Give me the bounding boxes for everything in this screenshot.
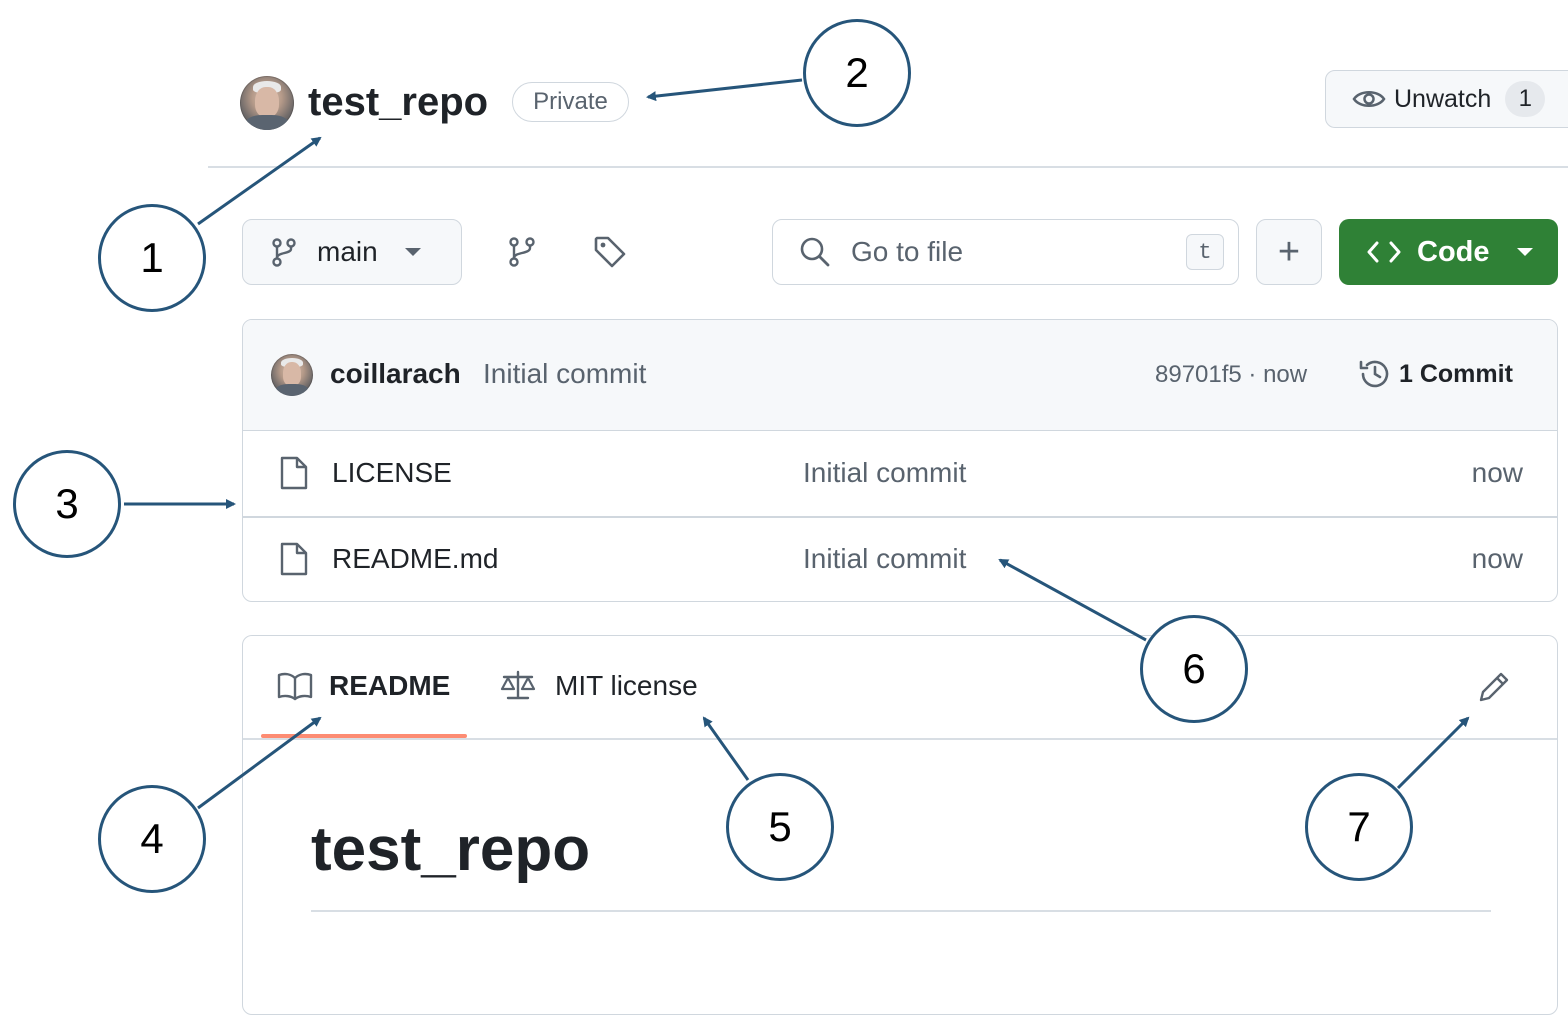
callout-3: 3: [13, 450, 121, 558]
plus-icon: +: [1277, 231, 1301, 273]
callout-1: 1: [98, 204, 206, 312]
book-icon: [277, 672, 313, 701]
commit-author-avatar[interactable]: [271, 354, 313, 396]
callout-2: 2: [803, 19, 911, 127]
watchers-count: 1: [1505, 81, 1546, 117]
caret-down-icon: [1516, 248, 1533, 256]
callout-6: 6: [1140, 615, 1248, 723]
unwatch-button[interactable]: Unwatch 1: [1325, 70, 1568, 128]
go-to-file-input[interactable]: Go to file t: [772, 219, 1239, 285]
commit-hash-time[interactable]: 89701f5 · now: [1155, 361, 1307, 389]
latest-commit-bar: coillarach Initial commit 89701f5 · now …: [243, 320, 1557, 431]
arrow-2: [646, 78, 803, 102]
commit-count: 1 Commit: [1399, 359, 1513, 388]
tag-icon[interactable]: [593, 235, 627, 269]
search-placeholder: Go to file: [851, 236, 964, 267]
readme-heading-divider: [311, 910, 1491, 912]
file-row[interactable]: README.md Initial commit now: [243, 517, 1557, 601]
file-commit-message[interactable]: Initial commit: [803, 543, 966, 575]
tab-readme-label: README: [329, 670, 451, 701]
branch-selector-button[interactable]: main: [242, 219, 462, 285]
tab-mit-license[interactable]: MIT license: [499, 670, 698, 702]
law-icon: [500, 670, 536, 700]
pencil-icon[interactable]: [1477, 670, 1511, 704]
file-row[interactable]: LICENSE Initial commit now: [243, 431, 1557, 516]
add-file-button[interactable]: +: [1256, 219, 1322, 285]
unwatch-label: Unwatch: [1394, 84, 1492, 113]
callout-5: 5: [726, 773, 834, 881]
visibility-badge: Private: [512, 82, 629, 122]
file-icon: [280, 542, 308, 576]
tab-mit-license-label: MIT license: [555, 670, 698, 701]
file-icon: [280, 456, 308, 490]
eye-icon: [1352, 91, 1386, 107]
callout-7: 7: [1305, 773, 1413, 881]
file-commit-time: now: [1471, 457, 1523, 488]
commit-message[interactable]: Initial commit: [483, 358, 646, 390]
repo-name[interactable]: test_repo: [308, 78, 488, 126]
readme-tabs-divider: [243, 738, 1557, 740]
shortcut-key-t: t: [1186, 234, 1224, 270]
file-name[interactable]: README.md: [332, 543, 498, 575]
file-commit-message[interactable]: Initial commit: [803, 457, 966, 489]
header-divider: [208, 166, 1568, 168]
tab-readme[interactable]: README: [277, 670, 450, 702]
branch-icon: [272, 238, 296, 267]
caret-down-icon: [404, 248, 421, 256]
file-table: coillarach Initial commit 89701f5 · now …: [242, 319, 1558, 602]
owner-avatar[interactable]: [240, 76, 294, 130]
code-button[interactable]: Code: [1339, 219, 1558, 285]
commit-history-link[interactable]: 1 Commit: [1357, 356, 1513, 392]
file-name[interactable]: LICENSE: [332, 457, 452, 489]
callout-4: 4: [98, 785, 206, 893]
branches-icon[interactable]: [508, 236, 536, 268]
history-icon: [1359, 360, 1389, 388]
branch-name: main: [317, 236, 378, 267]
code-label: Code: [1417, 235, 1490, 268]
arrow-1: [197, 136, 322, 226]
search-icon: [800, 237, 830, 267]
file-commit-time: now: [1471, 543, 1523, 574]
readme-heading: test_repo: [311, 815, 591, 884]
code-icon: [1367, 241, 1401, 263]
commit-author[interactable]: coillarach: [330, 358, 461, 390]
